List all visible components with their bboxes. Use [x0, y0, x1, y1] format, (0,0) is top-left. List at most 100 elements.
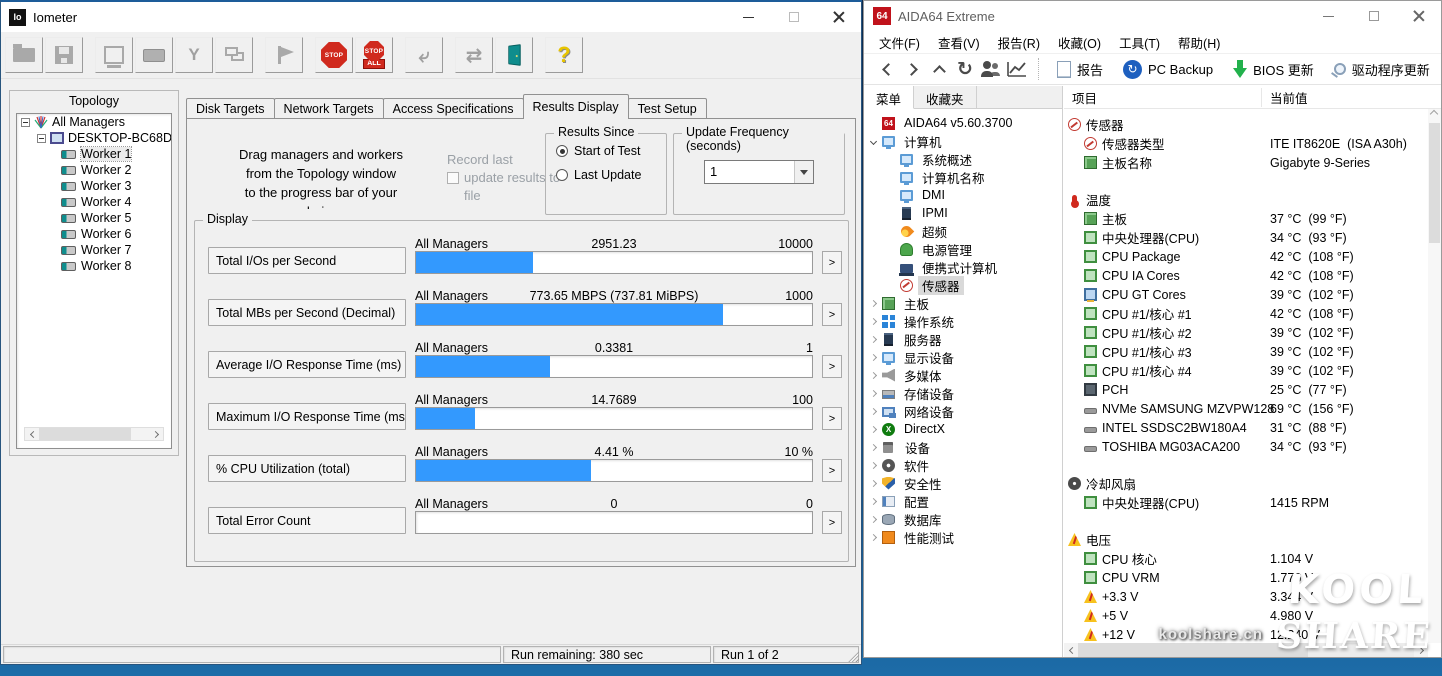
aida64-minimize-button[interactable] — [1306, 1, 1351, 31]
sensor-group-row[interactable]: 传感器 — [1064, 115, 1441, 134]
tab-test-setup[interactable]: Test Setup — [628, 98, 707, 119]
expand-results-button[interactable]: > — [822, 511, 842, 534]
menu-item[interactable]: 报告(R) — [989, 31, 1049, 54]
tree-item[interactable]: 便携式计算机 — [882, 258, 1062, 276]
chevron-right-icon[interactable] — [864, 337, 882, 342]
new-disk-worker-button[interactable] — [135, 37, 173, 73]
expand-results-button[interactable]: > — [822, 303, 842, 326]
sensor-vertical-scrollbar[interactable] — [1428, 109, 1441, 643]
back-button[interactable] — [874, 57, 900, 81]
tree-item[interactable]: 主板 — [864, 294, 1062, 312]
aida64-close-button[interactable] — [1396, 1, 1441, 31]
new-manager-button[interactable] — [95, 37, 133, 73]
tree-node-worker[interactable]: Worker 4 — [17, 194, 171, 210]
metric-button[interactable]: Maximum I/O Response Time (ms — [208, 403, 406, 430]
sensor-item-row[interactable]: 主板37 °C (99 °F) — [1064, 209, 1441, 228]
tree-node-worker[interactable]: Worker 1 — [17, 146, 171, 162]
sensor-item-row[interactable]: NVMe SAMSUNG MZVPW12869 °C (156 °F) — [1064, 399, 1441, 418]
tree-item[interactable]: 操作系统 — [864, 312, 1062, 330]
tab-results-display[interactable]: Results Display — [523, 94, 629, 119]
chevron-right-icon[interactable] — [864, 517, 882, 522]
menu-item[interactable]: 文件(F) — [870, 31, 929, 54]
tree-item[interactable]: 电源管理 — [882, 240, 1062, 258]
sidebar-tab[interactable]: 收藏夹 — [914, 86, 977, 108]
dropdown-button[interactable] — [794, 161, 813, 183]
chevron-right-icon[interactable] — [864, 445, 882, 450]
iometer-minimize-button[interactable] — [726, 2, 771, 32]
metric-button[interactable]: Total I/Os per Second — [208, 247, 406, 274]
tree-node-worker[interactable]: Worker 6 — [17, 226, 171, 242]
tree-item[interactable]: 网络设备 — [864, 402, 1062, 420]
tree-node-worker[interactable]: Worker 7 — [17, 242, 171, 258]
tree-item[interactable]: 软件 — [864, 456, 1062, 474]
exit-button[interactable] — [495, 37, 533, 73]
forward-button[interactable] — [900, 57, 926, 81]
duplicate-worker-button[interactable] — [215, 37, 253, 73]
sensor-item-row[interactable]: CPU GT Cores39 °C (102 °F) — [1064, 285, 1441, 304]
chevron-right-icon[interactable] — [864, 301, 882, 306]
scroll-left-icon[interactable] — [25, 428, 39, 440]
help-button[interactable]: ? — [545, 37, 583, 73]
sensor-item-row[interactable]: CPU #1/核心 #339 °C (102 °F) — [1064, 342, 1441, 361]
start-tests-button[interactable] — [265, 37, 303, 73]
chevron-right-icon[interactable] — [864, 427, 882, 432]
tree-node-manager[interactable]: DESKTOP-BC68D — [17, 130, 171, 146]
aida64-maximize-button[interactable] — [1351, 1, 1396, 31]
users-button[interactable] — [978, 57, 1004, 81]
tree-node-worker[interactable]: Worker 2 — [17, 162, 171, 178]
tree-node-worker[interactable]: Worker 3 — [17, 178, 171, 194]
collapse-icon[interactable] — [37, 134, 46, 143]
topology-horizontal-scrollbar[interactable] — [24, 427, 164, 441]
sensor-item-row[interactable]: 主板名称Gigabyte 9-Series — [1064, 153, 1441, 172]
sensor-item-row[interactable]: 中央处理器(CPU)1415 RPM — [1064, 493, 1441, 512]
metric-button[interactable]: Average I/O Response Time (ms) — [208, 351, 406, 378]
scrollbar-thumb[interactable] — [39, 428, 131, 440]
tree-item[interactable]: 安全性 — [864, 474, 1062, 492]
radio-last-update[interactable]: Last Update — [556, 168, 666, 182]
tree-item[interactable]: 64AIDA64 v5.60.3700 — [864, 114, 1062, 132]
stop-test-button[interactable]: STOP — [315, 37, 353, 73]
chevron-right-icon[interactable] — [864, 319, 882, 324]
menu-item[interactable]: 查看(V) — [929, 31, 989, 54]
graph-button[interactable] — [1004, 57, 1030, 81]
tree-item[interactable]: 性能测试 — [864, 528, 1062, 546]
chevron-right-icon[interactable] — [864, 391, 882, 396]
up-button[interactable] — [926, 57, 952, 81]
tab-access-specifications[interactable]: Access Specifications — [383, 98, 524, 119]
sensor-item-row[interactable]: CPU IA Cores42 °C (108 °F) — [1064, 266, 1441, 285]
exchange-workers-button[interactable] — [455, 37, 493, 73]
scroll-left-icon[interactable] — [1064, 643, 1078, 657]
chevron-right-icon[interactable] — [864, 409, 882, 414]
iometer-close-button[interactable] — [816, 2, 861, 32]
tree-node-all-managers[interactable]: All Managers — [17, 114, 171, 130]
bios-update-button[interactable]: BIOS 更新 — [1223, 56, 1324, 82]
collapse-icon[interactable] — [21, 118, 30, 127]
sensor-group-row[interactable]: 温度 — [1064, 190, 1441, 209]
expand-results-button[interactable]: > — [822, 407, 842, 430]
tree-item[interactable]: 显示设备 — [864, 348, 1062, 366]
tree-node-worker[interactable]: Worker 5 — [17, 210, 171, 226]
metric-button[interactable]: % CPU Utilization (total) — [208, 455, 406, 482]
tree-item[interactable]: 服务器 — [864, 330, 1062, 348]
record-results-checkbox[interactable] — [447, 172, 459, 184]
sensor-item-row[interactable]: 传感器类型ITE IT8620E (ISA A30h) — [1064, 134, 1441, 153]
tree-item[interactable]: DirectX — [864, 420, 1062, 438]
tree-item[interactable]: 计算机名称 — [882, 168, 1062, 186]
iometer-maximize-button[interactable] — [771, 2, 816, 32]
expand-results-button[interactable]: > — [822, 251, 842, 274]
refresh-button[interactable] — [952, 57, 978, 81]
menu-item[interactable]: 帮助(H) — [1169, 31, 1229, 54]
scrollbar-thumb[interactable] — [1078, 643, 1308, 657]
report-button[interactable]: 报告 — [1047, 56, 1113, 82]
stop-all-tests-button[interactable]: STOPALL — [355, 37, 393, 73]
sensor-group-row[interactable]: 电压 — [1064, 530, 1441, 549]
chevron-right-icon[interactable] — [864, 481, 882, 486]
menu-item[interactable]: 收藏(O) — [1049, 31, 1110, 54]
metric-button[interactable]: Total MBs per Second (Decimal) — [208, 299, 406, 326]
pc-backup-button[interactable]: PC Backup — [1113, 56, 1223, 82]
tree-item[interactable]: 存储设备 — [864, 384, 1062, 402]
sensor-item-row[interactable]: TOSHIBA MG03ACA20034 °C (93 °F) — [1064, 437, 1441, 456]
radio-start-of-test[interactable]: Start of Test — [556, 144, 666, 158]
chevron-right-icon[interactable] — [864, 373, 882, 378]
expand-results-button[interactable]: > — [822, 355, 842, 378]
